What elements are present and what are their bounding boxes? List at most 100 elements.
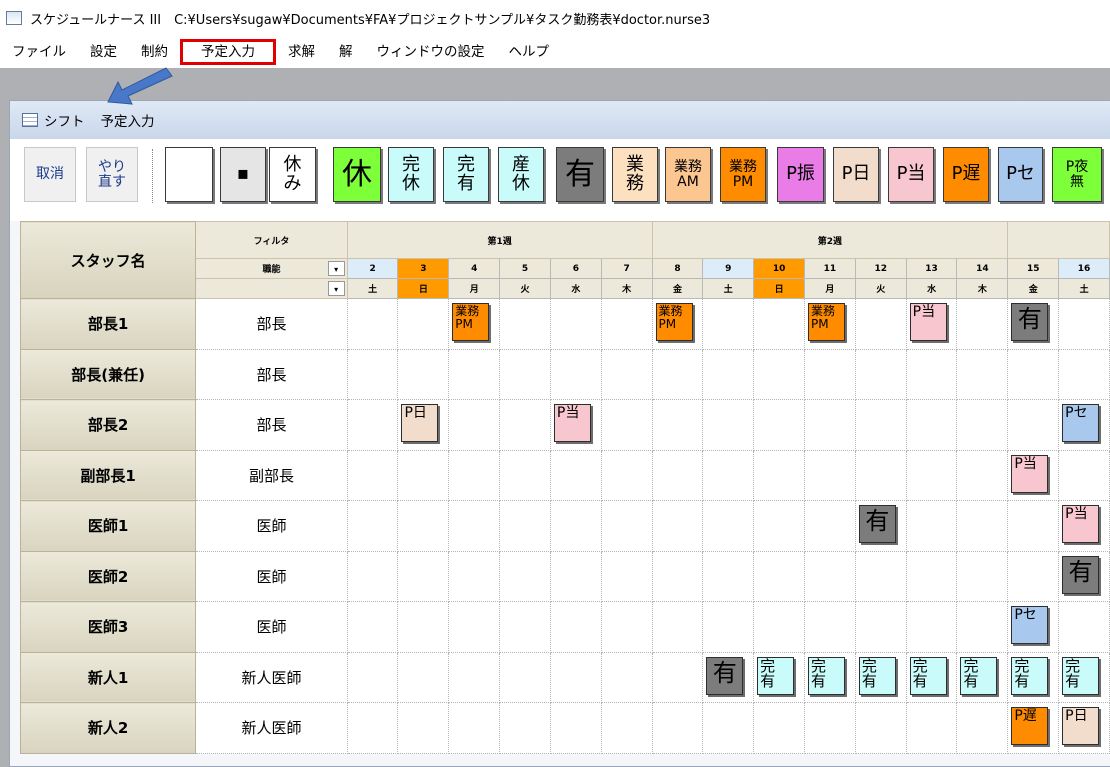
schedule-cell[interactable] xyxy=(854,348,907,400)
schedule-cell[interactable] xyxy=(448,651,501,703)
schedule-cell[interactable] xyxy=(346,550,399,602)
schedule-cell[interactable] xyxy=(753,500,805,552)
schedule-cell[interactable] xyxy=(448,550,501,602)
schedule-cell[interactable] xyxy=(1007,348,1060,400)
schedule-cell[interactable] xyxy=(1007,550,1060,602)
schedule-cell[interactable]: 完有 xyxy=(1007,651,1060,703)
shift-chip[interactable]: 完有 xyxy=(757,656,795,695)
schedule-cell[interactable] xyxy=(651,601,704,653)
schedule-cell[interactable] xyxy=(448,601,501,653)
schedule-cell[interactable] xyxy=(397,651,450,703)
schedule-cell[interactable] xyxy=(651,550,704,602)
schedule-cell[interactable] xyxy=(397,298,450,350)
schedule-cell[interactable] xyxy=(600,550,653,602)
tab-schedule-input[interactable]: 予定入力 xyxy=(101,110,155,130)
shift-chip[interactable]: 完有 xyxy=(960,656,998,695)
schedule-cell[interactable] xyxy=(346,298,399,350)
menu-item-4[interactable]: 求解 xyxy=(276,39,327,65)
shift-chip[interactable]: P遅 xyxy=(1011,707,1049,745)
schedule-cell[interactable] xyxy=(499,298,551,350)
palette-item-10[interactable]: 業務 PM xyxy=(720,147,766,202)
schedule-cell[interactable] xyxy=(346,500,399,552)
role-filter[interactable]: 職能 ▾ xyxy=(195,258,348,279)
schedule-cell[interactable] xyxy=(702,601,755,653)
schedule-cell[interactable]: P当 xyxy=(1058,500,1110,552)
schedule-cell[interactable]: 完有 xyxy=(753,651,805,703)
schedule-cell[interactable] xyxy=(702,348,755,400)
schedule-cell[interactable]: 有 xyxy=(702,651,755,703)
schedule-cell[interactable] xyxy=(804,601,856,653)
schedule-cell[interactable]: 完有 xyxy=(905,651,958,703)
shift-chip[interactable]: P当 xyxy=(909,303,947,341)
schedule-cell[interactable] xyxy=(854,550,907,602)
schedule-cell[interactable] xyxy=(600,449,653,501)
menu-item-2[interactable]: 制約 xyxy=(129,39,180,65)
schedule-cell[interactable] xyxy=(956,449,1009,501)
staff-name[interactable]: 医師2 xyxy=(19,550,197,602)
schedule-cell[interactable]: P当 xyxy=(905,298,958,350)
schedule-cell[interactable]: 業務PM xyxy=(804,298,856,350)
schedule-cell[interactable] xyxy=(804,348,856,400)
staff-name[interactable]: 部長1 xyxy=(19,298,197,350)
staff-name[interactable]: 副部長1 xyxy=(19,449,197,501)
shift-chip[interactable]: 完有 xyxy=(1062,656,1100,695)
schedule-cell[interactable] xyxy=(499,651,551,703)
schedule-cell[interactable] xyxy=(600,399,653,451)
schedule-cell[interactable]: 有 xyxy=(854,500,907,552)
palette-item-14[interactable]: P遅 xyxy=(943,147,989,202)
schedule-cell[interactable] xyxy=(346,348,399,400)
schedule-cell[interactable] xyxy=(651,651,704,703)
schedule-cell[interactable] xyxy=(600,500,653,552)
schedule-cell[interactable] xyxy=(600,702,653,754)
shift-chip[interactable]: P当 xyxy=(1062,505,1100,543)
shift-chip[interactable]: P日 xyxy=(401,404,439,442)
schedule-cell[interactable] xyxy=(397,550,450,602)
schedule-cell[interactable] xyxy=(905,702,958,754)
schedule-cell[interactable] xyxy=(1007,399,1060,451)
palette-item-4[interactable]: 完休 xyxy=(388,147,434,202)
schedule-cell[interactable] xyxy=(905,550,958,602)
shift-chip[interactable]: 有 xyxy=(706,656,744,695)
schedule-cell[interactable] xyxy=(956,702,1009,754)
palette-item-8[interactable]: 業務 xyxy=(612,147,658,202)
schedule-cell[interactable]: Pセ xyxy=(1058,399,1110,451)
schedule-cell[interactable]: P当 xyxy=(549,399,602,451)
menu-item-0[interactable]: ファイル xyxy=(0,39,78,65)
schedule-cell[interactable]: Pセ xyxy=(1007,601,1060,653)
shift-chip[interactable]: 業務PM xyxy=(808,303,845,341)
schedule-cell[interactable] xyxy=(905,348,958,400)
shift-chip[interactable]: 完有 xyxy=(1011,656,1049,695)
schedule-cell[interactable] xyxy=(956,348,1009,400)
schedule-cell[interactable] xyxy=(651,702,704,754)
palette-item-12[interactable]: P日 xyxy=(833,147,879,202)
shift-chip[interactable]: P当 xyxy=(1011,454,1049,493)
schedule-cell[interactable] xyxy=(600,601,653,653)
schedule-cell[interactable] xyxy=(600,651,653,703)
schedule-cell[interactable] xyxy=(346,399,399,451)
menu-item-7[interactable]: ヘルプ xyxy=(497,39,562,65)
schedule-cell[interactable] xyxy=(397,348,450,400)
schedule-cell[interactable] xyxy=(448,702,501,754)
menu-item-5[interactable]: 解 xyxy=(327,39,365,65)
schedule-cell[interactable] xyxy=(804,449,856,501)
schedule-cell[interactable] xyxy=(804,500,856,552)
secondary-filter[interactable]: ▾ xyxy=(195,278,348,299)
schedule-cell[interactable] xyxy=(854,399,907,451)
schedule-cell[interactable] xyxy=(499,601,551,653)
schedule-cell[interactable] xyxy=(549,500,602,552)
schedule-cell[interactable] xyxy=(1007,500,1060,552)
schedule-cell[interactable] xyxy=(1058,348,1110,400)
schedule-cell[interactable] xyxy=(549,651,602,703)
redo-button[interactable]: やり直す xyxy=(86,147,138,202)
schedule-cell[interactable] xyxy=(702,399,755,451)
schedule-cell[interactable] xyxy=(346,601,399,653)
palette-item-6[interactable]: 産休 xyxy=(498,147,544,202)
shift-chip[interactable]: 業務PM xyxy=(452,303,490,341)
schedule-cell[interactable] xyxy=(956,601,1009,653)
schedule-cell[interactable] xyxy=(549,298,602,350)
schedule-cell[interactable]: 業務PM xyxy=(651,298,704,350)
schedule-cell[interactable] xyxy=(499,550,551,602)
undo-button[interactable]: 取消 xyxy=(24,147,76,202)
schedule-cell[interactable] xyxy=(346,702,399,754)
palette-item-11[interactable]: P振 xyxy=(777,147,824,202)
